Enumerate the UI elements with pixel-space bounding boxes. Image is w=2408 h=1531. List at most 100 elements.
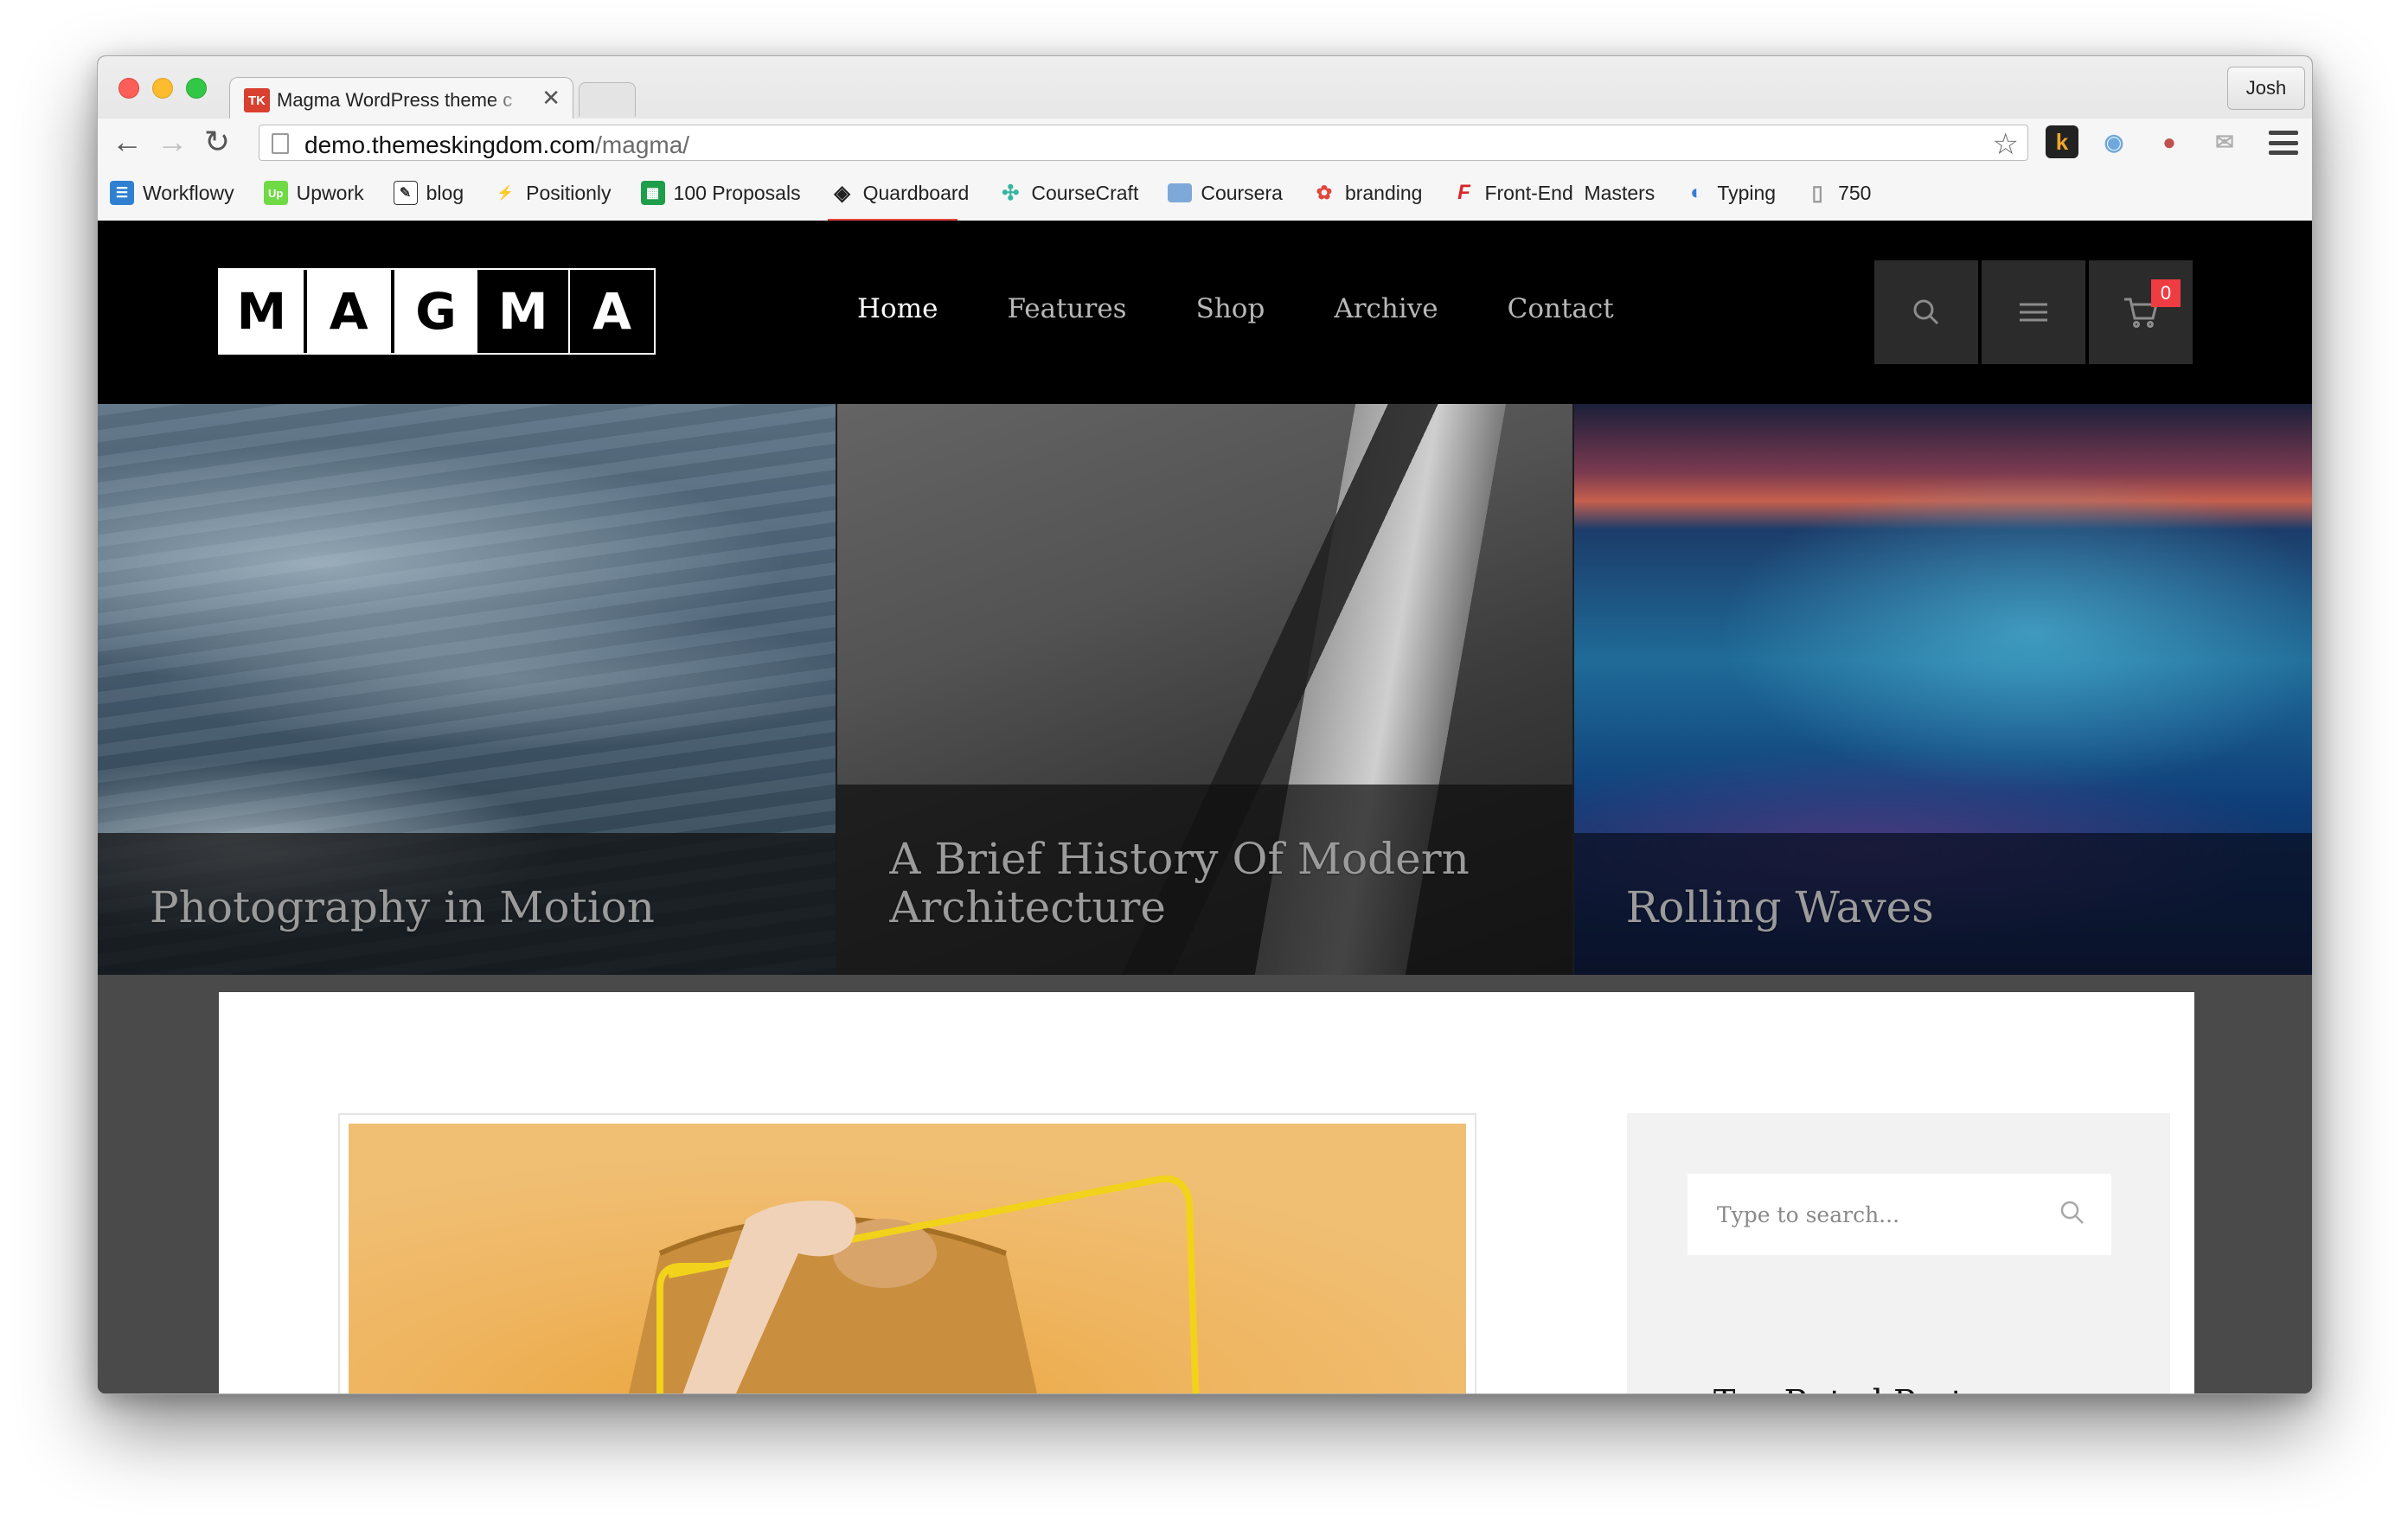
bookmark-label: 750 (1838, 181, 1872, 204)
slide-caption: Rolling Waves (1573, 833, 2312, 975)
search-icon[interactable] (2059, 1200, 2085, 1226)
bookmarks-bar: ☰ Workflowy Up Upwork ✎ blog ⚡ Positionly ▦ 1… (98, 165, 2312, 221)
header-cart-button[interactable]: 0 (2089, 260, 2193, 364)
bookmark-label: Quardboard (862, 181, 970, 204)
bookmark-100-proposals[interactable]: ▦ 100 Proposals (640, 181, 801, 205)
nav-contact[interactable]: Contact (1508, 293, 1614, 324)
bookmark-label: Workflowy (143, 181, 234, 204)
widget-title: Top Rated Posts (1713, 1383, 1981, 1393)
k-extension-icon[interactable]: k (2046, 125, 2078, 158)
frontend-masters-icon: F (1457, 181, 1470, 204)
bookmark-front-end-masters[interactable]: F Front-End Masters (1451, 181, 1655, 205)
camera-extension-icon[interactable]: ◉ (2097, 125, 2130, 158)
branding-icon: ✿ (1316, 182, 1333, 203)
blog-icon: ✎ (393, 181, 418, 205)
tab-close-icon[interactable]: ✕ (541, 85, 560, 111)
browser-tab-active[interactable]: TK Magma WordPress theme c ✕ (229, 77, 573, 120)
tomato-extension-icon[interactable]: ● (2153, 125, 2186, 158)
header-menu-button[interactable] (1982, 260, 2085, 364)
url-host: demo.themeskingdom.com (304, 131, 596, 158)
sidebar-search-input[interactable] (1688, 1174, 2111, 1255)
bookmark-label: branding (1344, 181, 1423, 204)
mail-extension-icon[interactable]: ✉ (2208, 125, 2241, 158)
folder-icon: ▬ (1168, 183, 1193, 202)
workflowy-icon: ☰ (110, 181, 134, 205)
browser-menu-icon[interactable] (2269, 131, 2298, 155)
search-icon (1913, 299, 1939, 325)
bookmark-coursera[interactable]: ▬ Coursera (1168, 182, 1283, 205)
site-header: M A G M A Home Features Shop Archive Con… (98, 221, 2312, 404)
themeskingdom-favicon-icon: TK (244, 88, 270, 112)
cart-count-badge: 0 (2151, 279, 2181, 307)
k-extension-glyph: k (2055, 128, 2069, 155)
slide-rolling-waves[interactable]: Rolling Waves (1573, 404, 2312, 975)
tab-strip: TK Magma WordPress theme c ✕ Josh (98, 56, 2312, 120)
bookmark-quardboard[interactable]: ◈ Quardboard (830, 181, 970, 205)
magma-logo[interactable]: M A G M A (218, 268, 656, 355)
slide-caption: Photography in Motion (98, 833, 836, 975)
new-tab-button[interactable] (579, 82, 636, 117)
featured-slider: Photography in Motion A Brief History Of… (98, 404, 2312, 975)
typing-icon: ◐ (1690, 181, 1703, 204)
bookmark-coursecraft[interactable]: ✣ CourseCraft (998, 181, 1138, 205)
browser-chrome: TK Magma WordPress theme c ✕ Josh ← → ↻ … (98, 56, 2312, 221)
profile-button[interactable]: Josh (2227, 67, 2305, 110)
sidebar: Top Rated Posts (1627, 1113, 2170, 1393)
nav-home[interactable]: Home (857, 293, 938, 324)
bookmark-label: 100 Proposals (673, 181, 801, 204)
post-featured-image[interactable] (349, 1124, 1466, 1393)
address-bar[interactable]: demo.themeskingdom.com/magma/ ☆ (259, 125, 2028, 161)
nav-archive[interactable]: Archive (1334, 293, 1438, 324)
slide-caption: A Brief History Of Modern Architecture (837, 785, 1572, 975)
logo-letter: M (481, 270, 569, 353)
tab-title: Magma WordPress theme c (277, 89, 513, 111)
back-arrow-icon[interactable]: ← (110, 124, 144, 159)
coursecraft-icon: ✣ (1002, 181, 1020, 205)
bookmark-label: Coursera (1201, 181, 1283, 204)
nav-features[interactable]: Features (1007, 293, 1126, 324)
bookmark-label: CourseCraft (1031, 181, 1139, 204)
bookmark-positionly[interactable]: ⚡ Positionly (493, 181, 611, 205)
main-navigation: Home Features Shop Archive Contact (857, 293, 1683, 324)
upwork-icon: Up (263, 181, 288, 205)
slide-modern-architecture[interactable]: A Brief History Of Modern Architecture (836, 404, 1574, 975)
bookmark-upwork[interactable]: Up Upwork (263, 181, 364, 205)
hamburger-menu-icon (2020, 303, 2047, 322)
browser-window: TK Magma WordPress theme c ✕ Josh ← → ↻ … (97, 55, 2313, 1394)
bookmark-star-icon[interactable]: ☆ (1993, 127, 2019, 162)
sheet-icon: ▦ (640, 181, 665, 205)
minimize-window-button[interactable] (152, 78, 173, 99)
page-icon: ▯ (1811, 181, 1823, 205)
slide-photography-in-motion[interactable]: Photography in Motion (98, 404, 836, 975)
forward-arrow-icon[interactable]: → (155, 124, 189, 159)
camera-extension-glyph: ◉ (2104, 128, 2124, 155)
browser-toolbar: ← → ↻ demo.themeskingdom.com/magma/ ☆ k … (98, 119, 2312, 165)
bookmark-label: Front-End Masters (1484, 181, 1656, 204)
post-card[interactable] (338, 1113, 1476, 1393)
bookmark-blog[interactable]: ✎ blog (393, 181, 464, 205)
logo-letter: M (220, 270, 307, 353)
url-path: /magma/ (595, 131, 690, 158)
zoom-window-button[interactable] (186, 78, 207, 99)
bookmark-typing[interactable]: ◐ Typing (1684, 181, 1776, 205)
slide-title[interactable]: Photography in Motion (150, 883, 655, 975)
reload-icon[interactable]: ↻ (200, 124, 234, 159)
mail-extension-glyph: ✉ (2215, 128, 2234, 155)
bookmark-750[interactable]: ▯ 750 (1805, 181, 1871, 205)
chair-photo-illustration (629, 1175, 1200, 1393)
bookmark-workflowy[interactable]: ☰ Workflowy (110, 181, 234, 205)
page-icon (272, 133, 289, 154)
nav-shop[interactable]: Shop (1196, 293, 1265, 324)
close-window-button[interactable] (118, 78, 139, 99)
quardboard-icon: ◈ (834, 181, 850, 205)
positionly-icon: ⚡ (496, 186, 515, 201)
website-viewport: M A G M A Home Features Shop Archive Con… (98, 221, 2312, 1393)
main-content: Top Rated Posts (219, 992, 2194, 1393)
bookmark-label: blog (426, 181, 464, 204)
slide-title[interactable]: Rolling Waves (1626, 883, 1934, 975)
bookmark-label: Upwork (296, 181, 364, 204)
slide-title[interactable]: A Brief History Of Modern Architecture (889, 835, 1520, 975)
logo-letter: A (568, 270, 654, 353)
bookmark-branding[interactable]: ✿ branding (1312, 181, 1423, 205)
header-search-button[interactable] (1874, 260, 1978, 364)
